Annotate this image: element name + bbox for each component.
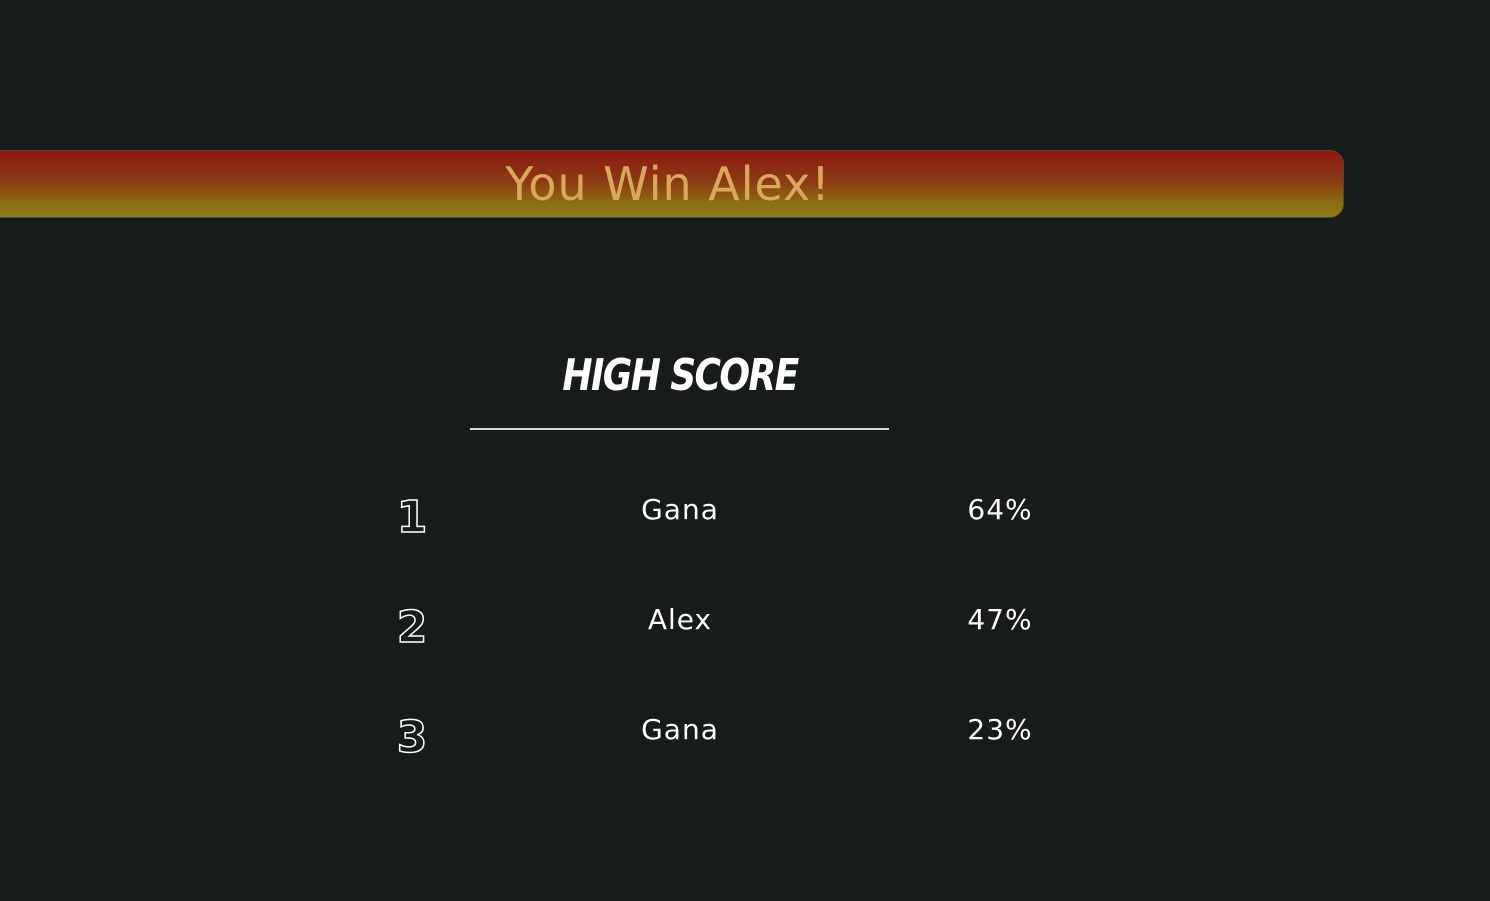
- rank-number: 3: [396, 712, 428, 763]
- rank-number: 2: [396, 602, 428, 653]
- player-score: 64%: [967, 493, 1033, 526]
- high-score-list: 1 Gana 64% 2 Alex 47% 3 Gana 23%: [340, 490, 1100, 820]
- score-row: 1 Gana 64%: [340, 490, 1100, 600]
- player-name: Gana: [641, 713, 719, 746]
- player-name: Gana: [641, 493, 719, 526]
- score-row: 3 Gana 23%: [340, 710, 1100, 820]
- player-score: 47%: [967, 603, 1033, 636]
- rank-number: 1: [396, 492, 428, 543]
- score-row: 2 Alex 47%: [340, 600, 1100, 710]
- high-score-title: HIGH SCORE: [562, 350, 799, 401]
- player-score: 23%: [967, 713, 1033, 746]
- win-banner: You Win Alex!: [0, 150, 1344, 218]
- title-divider: [470, 428, 889, 430]
- player-name: Alex: [647, 603, 713, 636]
- win-message: You Win Alex!: [505, 157, 831, 211]
